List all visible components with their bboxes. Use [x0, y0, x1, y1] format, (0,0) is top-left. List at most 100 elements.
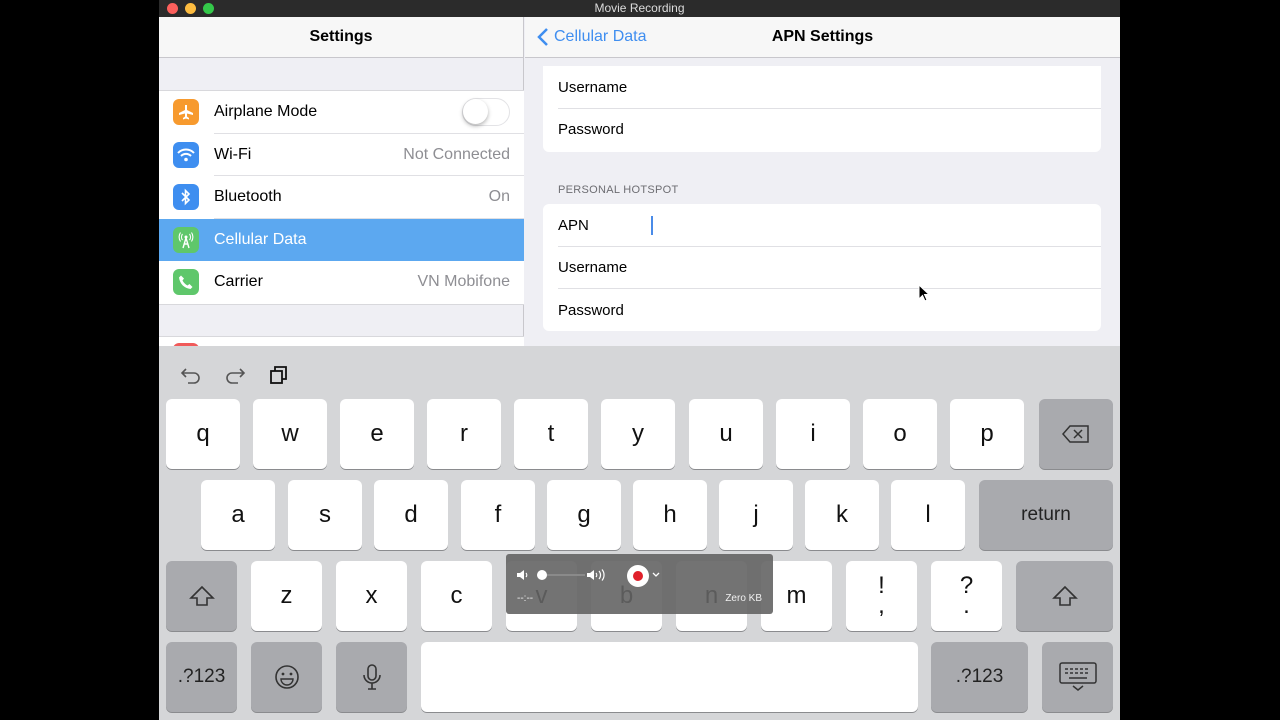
key-w-label: w: [281, 420, 299, 447]
key-k-label: k: [836, 501, 848, 528]
hotspot-password-row[interactable]: Password: [543, 289, 1101, 332]
settings-item-carrier[interactable]: Carrier VN Mobifone: [159, 261, 524, 304]
airplane-mode-toggle[interactable]: [462, 98, 510, 127]
settings-item-cellular-data[interactable]: Cellular Data: [159, 218, 524, 261]
key-x[interactable]: x: [336, 561, 407, 631]
backspace-key[interactable]: [1039, 399, 1113, 469]
settings-item-airplane-mode[interactable]: Airplane Mode: [159, 91, 524, 134]
settings-item-wifi[interactable]: Wi-Fi Not Connected: [159, 134, 524, 176]
numbers-key-left[interactable]: .?123: [166, 642, 237, 712]
key-c-label: c: [450, 582, 463, 609]
key-x-label: x: [365, 582, 378, 609]
key-period: .: [963, 592, 970, 619]
emoji-icon: [274, 665, 299, 689]
key-l[interactable]: l: [891, 480, 965, 550]
key-z[interactable]: z: [251, 561, 322, 631]
text-cursor: [651, 216, 653, 235]
key-g[interactable]: g: [547, 480, 621, 550]
space-bar[interactable]: [421, 642, 918, 712]
window-titlebar: Movie Recording: [159, 0, 1120, 17]
key-w[interactable]: w: [253, 399, 327, 469]
carrier-label: Carrier: [214, 273, 263, 291]
key-f[interactable]: f: [461, 480, 535, 550]
key-y[interactable]: y: [601, 399, 675, 469]
hotspot-password-label: Password: [558, 301, 624, 319]
cellular-icon: [173, 226, 199, 253]
close-window-button[interactable]: [167, 3, 178, 14]
key-o[interactable]: o: [863, 399, 937, 469]
bluetooth-label: Bluetooth: [214, 188, 282, 206]
key-a[interactable]: a: [201, 480, 275, 550]
key-d-label: d: [404, 501, 418, 528]
ipad-screen: Settings Airplane Mode Wi-Fi Not Connect…: [159, 17, 1120, 720]
key-d[interactable]: d: [374, 480, 448, 550]
volume-slider-knob[interactable]: [537, 570, 547, 580]
master-navbar: Settings: [159, 17, 523, 58]
wifi-label: Wi-Fi: [214, 145, 252, 163]
key-o-label: o: [893, 420, 907, 447]
keyboard-shortcut-bar: [179, 364, 291, 386]
key-k[interactable]: k: [805, 480, 879, 550]
apn-top-group: Username Password: [543, 66, 1101, 152]
volume-low-icon: [517, 570, 528, 580]
volume-high-icon: [587, 569, 605, 581]
hotspot-apn-row[interactable]: APN: [543, 204, 1101, 247]
chevron-down-icon[interactable]: [652, 572, 660, 578]
shift-key-right[interactable]: [1016, 561, 1113, 631]
dismiss-keyboard-key[interactable]: [1042, 642, 1113, 712]
key-r[interactable]: r: [427, 399, 501, 469]
settings-item-bluetooth[interactable]: Bluetooth On: [159, 176, 524, 219]
backspace-icon: [1062, 425, 1089, 443]
key-j-label: j: [753, 501, 759, 528]
zoom-window-button[interactable]: [203, 3, 214, 14]
airplane-mode-label: Airplane Mode: [214, 103, 318, 121]
shift-key-left[interactable]: [166, 561, 237, 631]
minimize-window-button[interactable]: [185, 3, 196, 14]
detail-title: APN Settings: [771, 28, 874, 45]
key-comma: ,: [878, 592, 885, 619]
key-q[interactable]: q: [166, 399, 240, 469]
key-y-label: y: [632, 420, 644, 447]
redo-icon[interactable]: [223, 364, 247, 386]
key-e[interactable]: e: [340, 399, 414, 469]
username-label: Username: [558, 78, 628, 96]
key-l-label: l: [925, 501, 931, 528]
key-t[interactable]: t: [514, 399, 588, 469]
key-e-label: e: [370, 420, 384, 447]
onscreen-keyboard: q w e r t y u i o p a s d f g h j k l re…: [159, 346, 1120, 720]
bluetooth-status: On: [488, 188, 510, 206]
recording-size: Zero KB: [725, 593, 762, 604]
recording-controls-hud: --:-- Zero KB: [506, 554, 773, 614]
numbers-key-left-label: .?123: [177, 666, 226, 687]
apn-label: APN: [558, 216, 589, 234]
key-exclamation-comma[interactable]: !,: [846, 561, 917, 631]
key-h[interactable]: h: [633, 480, 707, 550]
record-icon: [633, 571, 643, 581]
keyboard-dismiss-icon: [1058, 662, 1097, 691]
apn-settings-pane: Cellular Data APN Settings Username Pass…: [525, 17, 1120, 347]
paste-icon[interactable]: [267, 364, 291, 386]
apn-username-row[interactable]: Username: [543, 66, 1101, 109]
hotspot-username-label: Username: [558, 259, 628, 277]
key-question-period[interactable]: ?.: [931, 561, 1002, 631]
key-c[interactable]: c: [421, 561, 492, 631]
hotspot-username-row[interactable]: Username: [543, 247, 1101, 289]
detail-navbar: Cellular Data APN Settings: [525, 17, 1120, 58]
key-p[interactable]: p: [950, 399, 1024, 469]
return-key[interactable]: return: [979, 480, 1113, 550]
key-s[interactable]: s: [288, 480, 362, 550]
key-j[interactable]: j: [719, 480, 793, 550]
numbers-key-right[interactable]: .?123: [931, 642, 1028, 712]
undo-icon[interactable]: [179, 364, 203, 386]
apn-password-row[interactable]: Password: [543, 109, 1101, 152]
key-exclamation-comma-glyphs: !,: [878, 574, 885, 619]
key-u[interactable]: u: [689, 399, 763, 469]
dictation-key[interactable]: [336, 642, 407, 712]
settings-master-pane: Settings Airplane Mode Wi-Fi Not Connect…: [159, 17, 524, 356]
key-h-label: h: [663, 501, 677, 528]
emoji-key[interactable]: [251, 642, 322, 712]
record-button[interactable]: [627, 565, 649, 587]
key-i[interactable]: i: [776, 399, 850, 469]
key-s-label: s: [319, 501, 331, 528]
key-r-label: r: [460, 420, 468, 447]
